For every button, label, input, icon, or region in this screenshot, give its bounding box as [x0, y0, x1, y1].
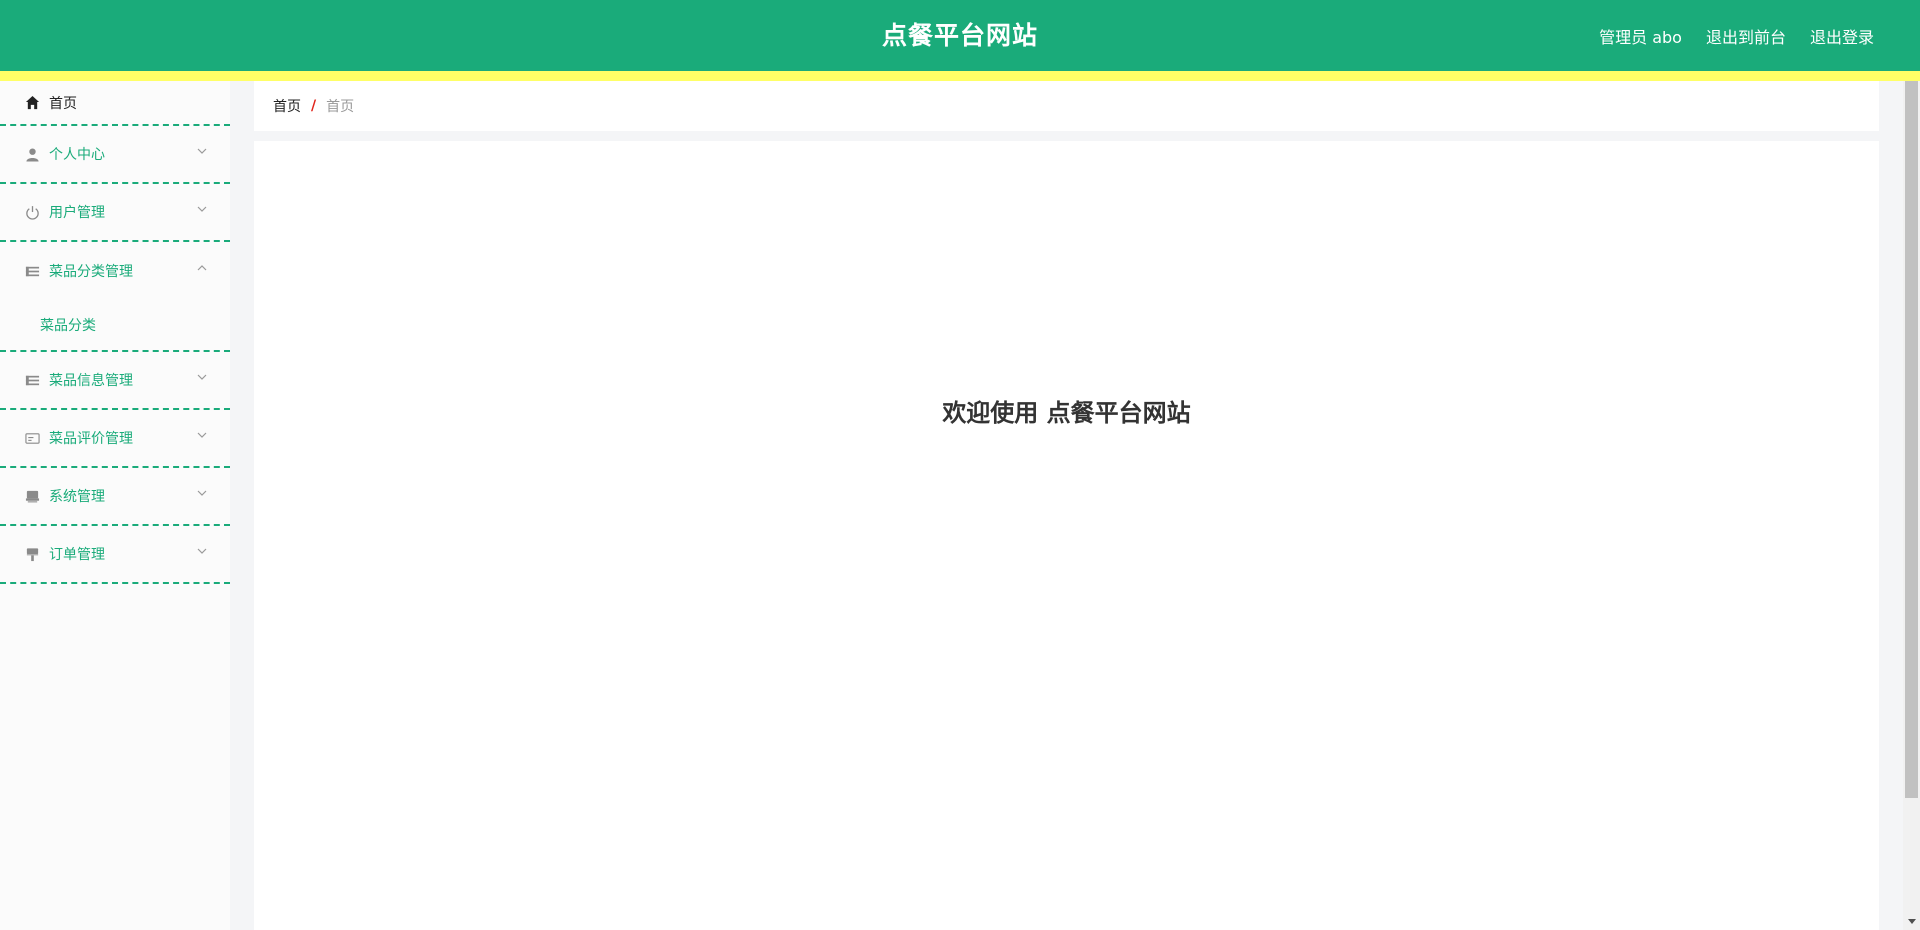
sidebar-item-system-management[interactable]: 系统管理 [0, 468, 230, 526]
home-icon [24, 95, 40, 111]
admin-info: 管理员 abo [1599, 24, 1682, 48]
admin-name: abo [1652, 27, 1682, 47]
chevron-down-icon [197, 548, 207, 554]
sidebar-group-dish-category: 菜品分类管理 菜品分类 [0, 242, 230, 352]
sidebar-item-label: 首页 [49, 95, 77, 112]
user-icon [24, 146, 40, 162]
sidebar-item-dish-category-management[interactable]: 菜品分类管理 [0, 242, 230, 300]
breadcrumb: 首页 / 首页 [254, 81, 1879, 131]
sidebar-item-label: 订单管理 [49, 547, 105, 563]
sidebar-item-label: 用户管理 [49, 205, 105, 221]
breadcrumb-home-link[interactable]: 首页 [273, 96, 301, 116]
sidebar-item-label: 菜品信息管理 [49, 373, 133, 389]
header-accent-strip [0, 71, 1920, 81]
submenu-item-dish-category[interactable]: 菜品分类 [0, 300, 230, 350]
power-icon [24, 204, 40, 220]
header-user-area: 管理员 abo 退出到前台 退出登录 [1599, 0, 1874, 71]
chevron-down-icon [197, 206, 207, 212]
sidebar-item-dish-info-management[interactable]: 菜品信息管理 [0, 352, 230, 410]
scrollbar-thumb[interactable] [1905, 81, 1918, 798]
sidebar-item-label: 个人中心 [49, 147, 105, 163]
list-icon [24, 263, 40, 279]
main-content: 欢迎使用 点餐平台网站 [254, 141, 1879, 930]
sidebar-item-home[interactable]: 首页 [0, 81, 230, 126]
sidebar: 首页 个人中心 用户管理 菜品分类管理 菜品分类 菜品信息管理 菜品评价管理 系… [0, 81, 230, 930]
sidebar-item-personal-center[interactable]: 个人中心 [0, 126, 230, 184]
printer-icon [24, 488, 40, 504]
breadcrumb-separator: / [311, 98, 317, 114]
to-front-link[interactable]: 退出到前台 [1706, 24, 1786, 48]
list-icon [24, 372, 40, 388]
logout-link[interactable]: 退出登录 [1810, 24, 1874, 48]
chevron-down-icon [197, 432, 207, 438]
page-scrollbar[interactable] [1903, 81, 1920, 930]
sidebar-item-label: 菜品评价管理 [49, 431, 133, 447]
top-header: 点餐平台网站 管理员 abo 退出到前台 退出登录 [0, 0, 1920, 71]
chevron-down-icon [197, 374, 207, 380]
brush-icon [24, 546, 40, 562]
sidebar-item-order-management[interactable]: 订单管理 [0, 526, 230, 584]
scroll-down-arrow-icon[interactable] [1903, 916, 1920, 928]
admin-role: 管理员 [1599, 27, 1648, 47]
sidebar-item-label: 系统管理 [49, 489, 105, 505]
card-icon [24, 430, 40, 446]
submenu-item-label: 菜品分类 [40, 318, 96, 334]
welcome-message: 欢迎使用 点餐平台网站 [942, 399, 1191, 427]
chevron-up-icon [197, 265, 207, 271]
sidebar-item-label: 菜品分类管理 [49, 264, 133, 280]
breadcrumb-current: 首页 [326, 99, 355, 115]
chevron-down-icon [197, 148, 207, 154]
sidebar-item-dish-review-management[interactable]: 菜品评价管理 [0, 410, 230, 468]
sidebar-item-user-management[interactable]: 用户管理 [0, 184, 230, 242]
chevron-down-icon [197, 490, 207, 496]
